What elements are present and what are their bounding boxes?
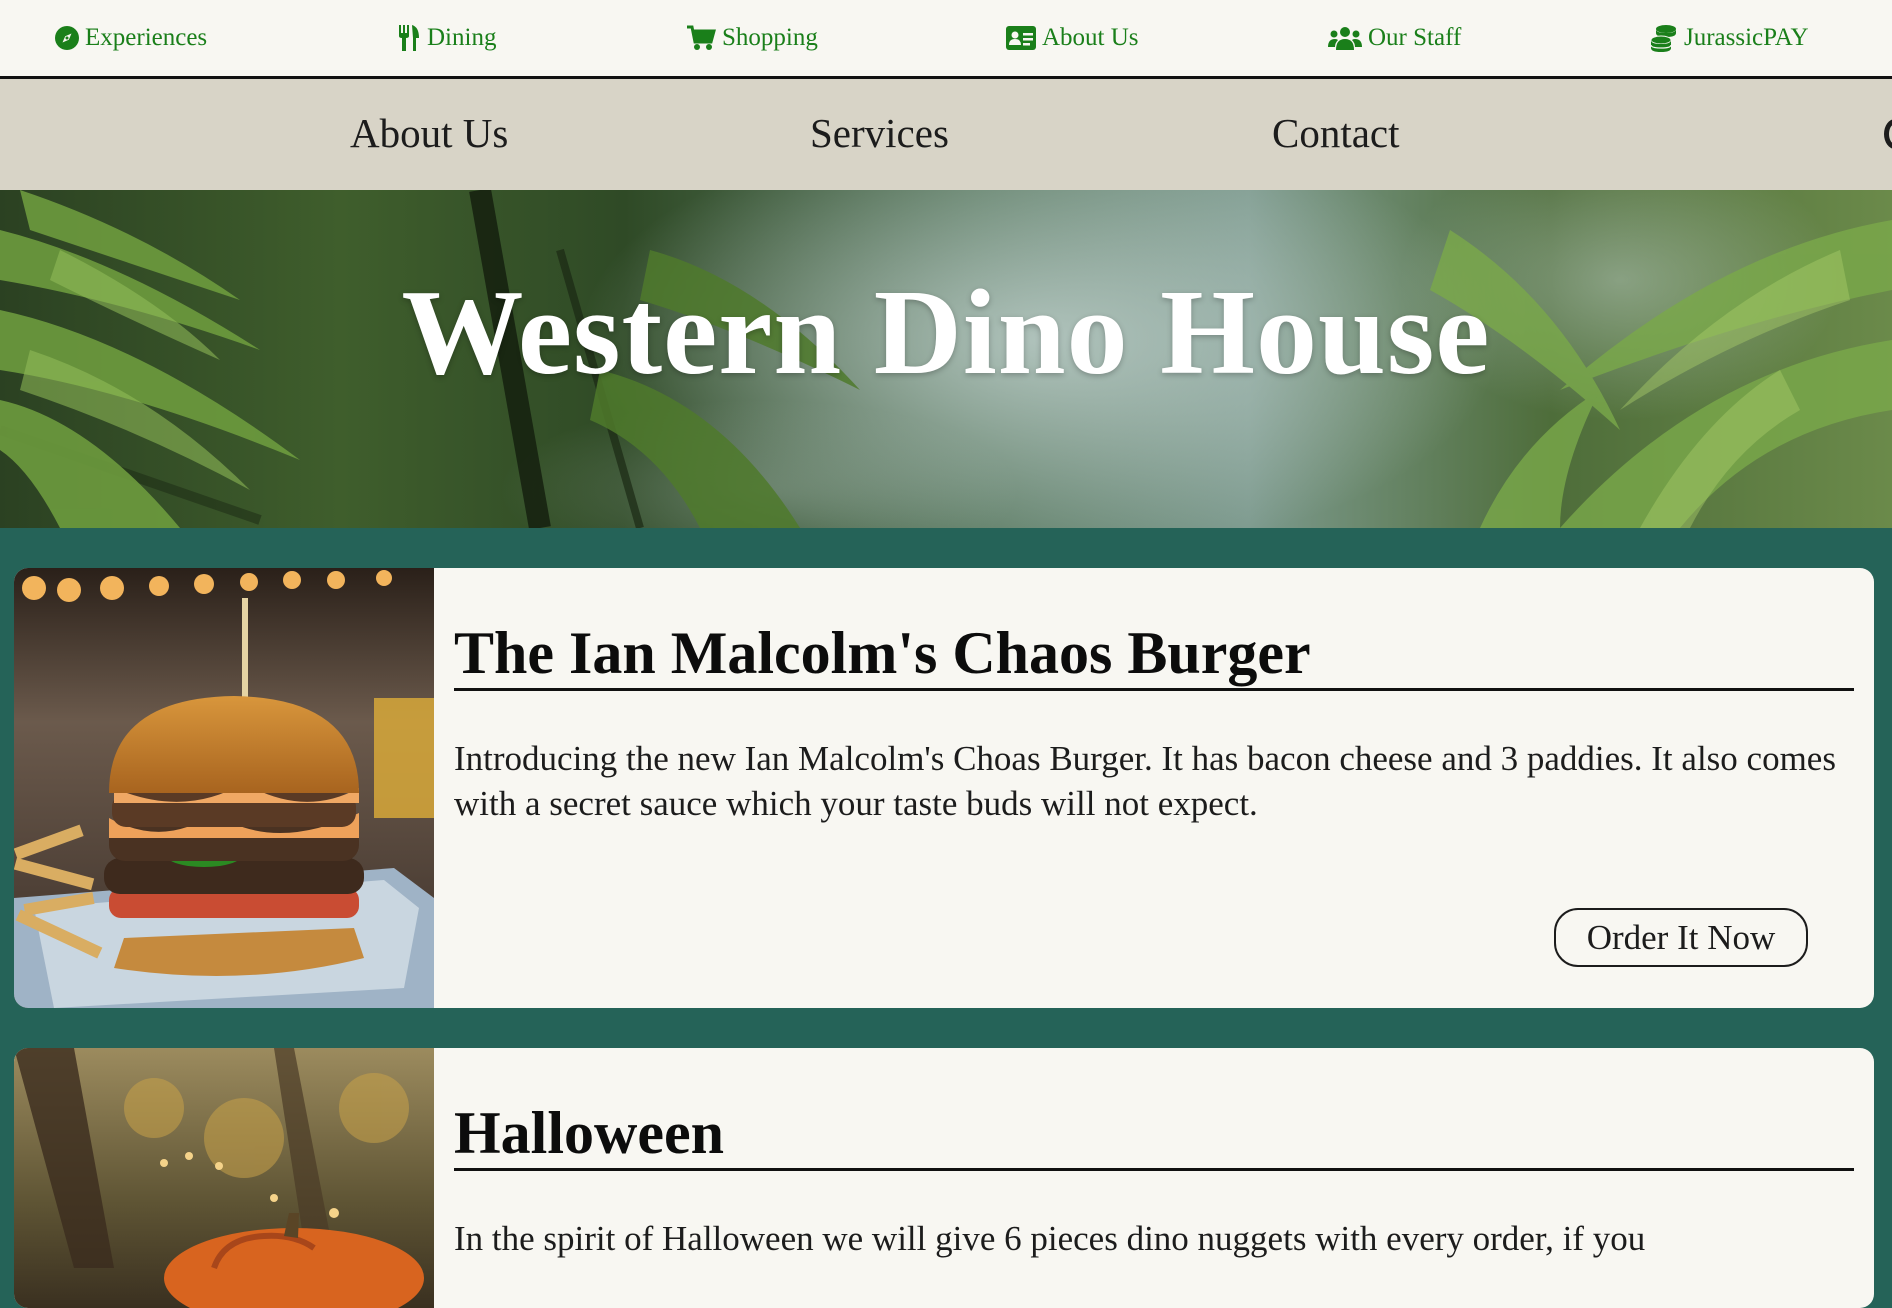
card-description: Introducing the new Ian Malcolm's Choas … [454, 739, 1836, 823]
nav-item-label: Our Staff [1368, 24, 1462, 51]
subnav-about-us[interactable]: About Us [350, 113, 508, 154]
order-it-now-button[interactable]: Order It Now [1554, 908, 1808, 967]
nav-item-label: About Us [1042, 24, 1139, 51]
nav-item-label: JurassicPAY [1684, 24, 1809, 51]
menu-card-chaos-burger: The Ian Malcolm's Chaos Burger Introduci… [14, 568, 1874, 1008]
hero-banner: Western Dino House [0, 190, 1892, 528]
card-title: Halloween [454, 1100, 1854, 1171]
utensils-icon [397, 24, 421, 52]
nav-item-label: Dining [427, 24, 497, 51]
compass-icon [55, 26, 79, 50]
card-title: The Ian Malcolm's Chaos Burger [454, 620, 1854, 691]
menu-card-halloween: Halloween In the spirit of Halloween we … [14, 1048, 1874, 1308]
nav-item-about-us[interactable]: About Us [1006, 20, 1139, 56]
nav-item-jurassicpay[interactable]: JurassicPAY [1650, 20, 1809, 56]
nav-item-shopping[interactable]: Shopping [686, 20, 818, 56]
subnav-services[interactable]: Services [810, 113, 949, 154]
page-title: Western Dino House [401, 265, 1491, 400]
card-description: In the spirit of Halloween we will give … [454, 1219, 1646, 1258]
coins-icon [1650, 24, 1678, 52]
nav-item-our-staff[interactable]: Our Staff [1328, 20, 1461, 56]
top-navigation: Experiences Dining Shopping About Us Our… [0, 0, 1892, 79]
pumpkin-photo [14, 1048, 434, 1308]
subnav-overflow-item[interactable] [1884, 119, 1892, 149]
nav-item-label: Shopping [722, 24, 818, 51]
secondary-navigation: About Us Services Contact [0, 79, 1892, 190]
cart-icon [686, 25, 716, 51]
burger-photo [14, 568, 434, 1008]
nav-item-experiences[interactable]: Experiences [55, 20, 207, 56]
subnav-contact[interactable]: Contact [1272, 113, 1400, 154]
nav-item-label: Experiences [85, 24, 208, 51]
nav-item-dining[interactable]: Dining [397, 20, 496, 56]
id-card-icon [1006, 26, 1036, 50]
users-icon [1328, 25, 1362, 51]
